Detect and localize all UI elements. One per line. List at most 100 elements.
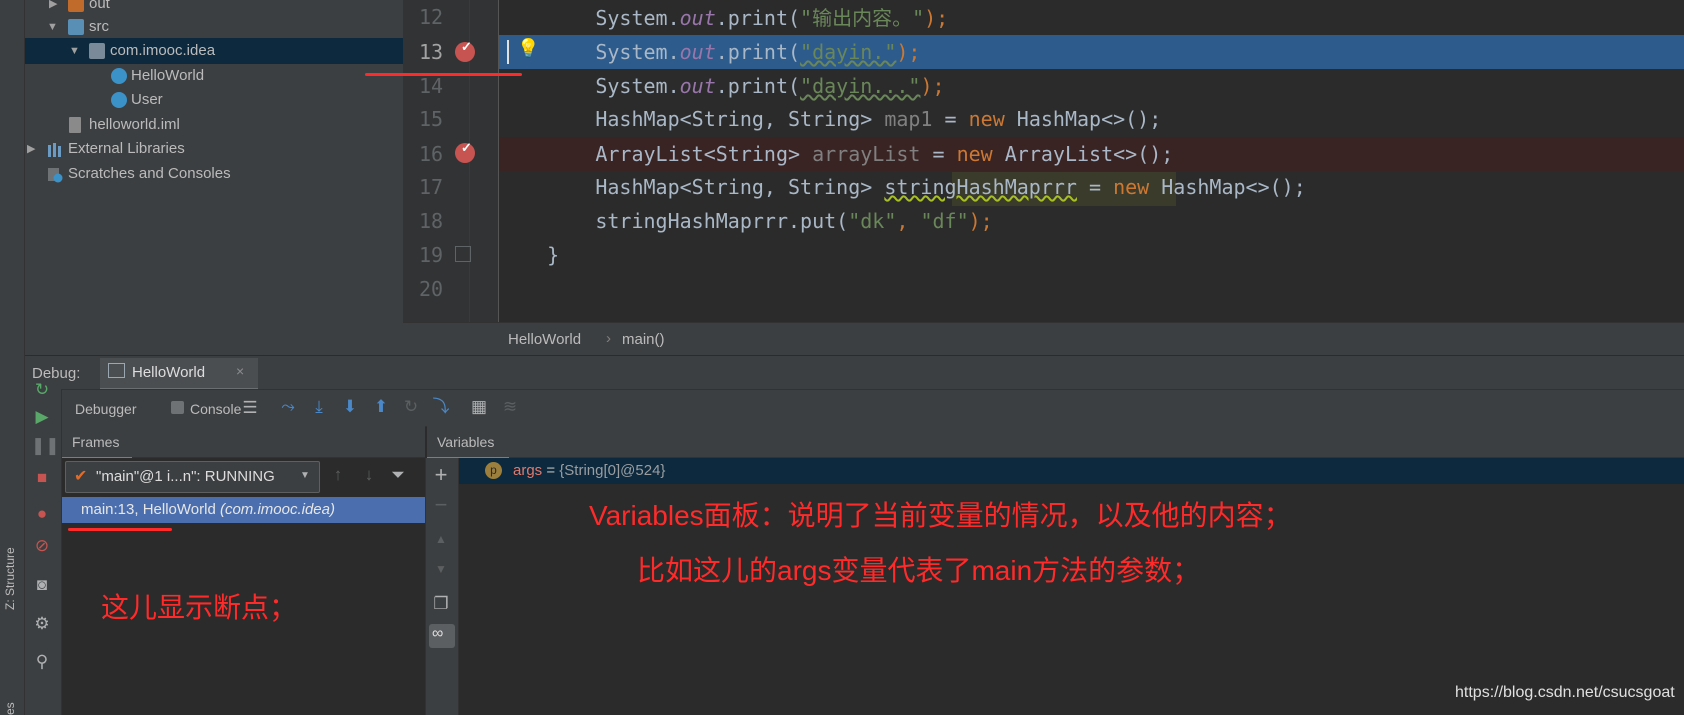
favorites-tool-tab[interactable]: es xyxy=(3,697,17,715)
tab-console[interactable]: Console xyxy=(190,401,241,417)
view-breakpoints-icon[interactable]: ● xyxy=(31,503,53,525)
thread-select-value: "main"@1 i...n": RUNNING xyxy=(96,468,275,485)
libraries-icon xyxy=(47,141,63,157)
annotation-underline xyxy=(68,528,172,531)
variables-panel: p args = {String[0]@524} Variables面板：说明了… xyxy=(459,458,1684,715)
step-over-icon[interactable]: ⤓ xyxy=(308,396,330,418)
line-number: 15 xyxy=(418,107,444,131)
code-line-16[interactable]: ArrayList<String> arrayList = new ArrayL… xyxy=(499,137,1173,172)
tree-item-label: HelloWorld xyxy=(131,67,205,84)
debug-config-tab-label: HelloWorld xyxy=(132,364,206,381)
trace-stream-icon[interactable]: ≋ xyxy=(499,396,521,418)
breakpoint-icon[interactable] xyxy=(455,140,475,163)
add-watch-icon[interactable]: + xyxy=(430,464,452,486)
project-tree: ▶ out ▼ src ▼ com.imooc.idea HelloWorld … xyxy=(25,0,403,355)
tree-item-label: src xyxy=(89,18,109,35)
filter-icon[interactable]: ⏷ xyxy=(387,464,409,486)
drop-frame-icon[interactable]: ↻ xyxy=(400,396,422,418)
console-icon xyxy=(171,401,184,414)
run-to-cursor-icon[interactable]: ⤵ xyxy=(430,396,452,418)
pin-icon[interactable]: ⚲ xyxy=(31,651,53,673)
fold-marker-icon[interactable] xyxy=(455,246,471,262)
evaluate-expression-icon[interactable]: ▦ xyxy=(468,396,490,418)
tab-debugger-label: Debugger xyxy=(75,401,137,417)
variables-toolbar: + − ▲ ▼ ❐ ∞ xyxy=(426,458,459,715)
previous-frame-icon[interactable]: ↑ xyxy=(327,464,349,486)
class-icon xyxy=(111,92,127,108)
thread-select[interactable]: ✔ "main"@1 i...n": RUNNING ▼ xyxy=(65,461,320,493)
line-number: 18 xyxy=(418,209,444,233)
code-line-17[interactable]: HashMap<String, String> stringHashMaprrr… xyxy=(499,170,1305,205)
package-icon xyxy=(89,43,105,59)
tree-item-label: Scratches and Consoles xyxy=(68,165,231,182)
step-out-icon[interactable]: ⬆ xyxy=(370,396,392,418)
breakpoint-icon[interactable] xyxy=(455,39,475,62)
camera-icon[interactable]: ◙ xyxy=(31,574,53,596)
rerun-icon[interactable]: ↻ xyxy=(31,379,53,401)
structure-tool-tab[interactable]: Z: Structure xyxy=(3,547,17,610)
tree-item-label: User xyxy=(131,91,163,108)
expand-arrow-icon[interactable]: ▶ xyxy=(27,136,35,162)
parameter-icon: p xyxy=(485,462,502,479)
remove-watch-icon[interactable]: − xyxy=(430,494,452,516)
tree-item-external-libraries[interactable]: ▶ External Libraries xyxy=(25,136,403,162)
variables-tab-label: Variables xyxy=(437,434,495,450)
folder-icon xyxy=(68,0,84,12)
collapse-arrow-icon[interactable]: ▼ xyxy=(47,14,58,40)
line-number: 19 xyxy=(418,243,444,267)
code-line-14[interactable]: System.out.print("dayin..."); xyxy=(499,69,944,104)
layout-menu-icon[interactable]: ☰ xyxy=(239,397,261,419)
tree-item-label: External Libraries xyxy=(68,140,185,157)
frames-tab-label: Frames xyxy=(72,434,120,450)
watermark: https://blog.csdn.net/csucsgoat xyxy=(1455,684,1675,701)
tree-item-user[interactable]: User xyxy=(25,87,403,113)
settings-gear-icon[interactable]: ⚙ xyxy=(31,613,53,635)
breadcrumb-method[interactable]: main() xyxy=(622,331,665,348)
line-number: 20 xyxy=(418,277,444,301)
tree-item-iml[interactable]: helloworld.iml xyxy=(25,112,403,138)
move-down-icon[interactable]: ▼ xyxy=(430,558,452,580)
next-frame-icon[interactable]: ↓ xyxy=(358,464,380,486)
code-line-15[interactable]: HashMap<String, String> map1 = new HashM… xyxy=(499,102,1161,137)
tree-item-src[interactable]: ▼ src xyxy=(25,14,403,40)
line-number: 17 xyxy=(418,175,444,199)
close-tab-icon[interactable]: × xyxy=(236,363,244,379)
frames-tab[interactable]: Frames xyxy=(62,425,132,460)
class-icon xyxy=(111,68,127,84)
variables-tab[interactable]: Variables xyxy=(427,425,509,460)
code-line-19[interactable]: } xyxy=(499,238,559,273)
variable-row[interactable]: p args = {String[0]@524} xyxy=(459,458,1684,484)
collapse-arrow-icon[interactable]: ▼ xyxy=(69,38,80,64)
show-execution-point-icon[interactable]: ⤳ xyxy=(277,396,299,418)
breadcrumb-class[interactable]: HelloWorld xyxy=(508,331,581,348)
frame-item[interactable]: main:13, HelloWorld (com.imooc.idea) xyxy=(62,497,425,523)
intention-bulb-icon[interactable]: 💡 xyxy=(517,38,539,59)
pause-program-icon[interactable]: ❚❚ xyxy=(31,435,60,457)
tab-debugger[interactable]: Debugger xyxy=(61,390,179,429)
tree-item-label: helloworld.iml xyxy=(89,116,180,133)
glasses-icon: ∞ xyxy=(432,625,444,642)
resume-program-icon[interactable]: ▶ xyxy=(31,406,53,428)
text-caret xyxy=(507,40,509,64)
code-line-18[interactable]: stringHashMaprrr.put("dk", "df"); xyxy=(499,204,992,239)
move-up-icon[interactable]: ▲ xyxy=(430,528,452,550)
tree-item-package[interactable]: ▼ com.imooc.idea xyxy=(25,38,403,64)
mute-breakpoints-icon[interactable]: ⊘ xyxy=(31,535,53,557)
debug-config-tab[interactable]: HelloWorld × xyxy=(100,358,258,391)
watches-toggle[interactable]: ∞ xyxy=(429,624,455,648)
line-number: 16 xyxy=(418,142,444,166)
line-number: 12 xyxy=(418,5,444,29)
tree-item-helloworld[interactable]: HelloWorld xyxy=(25,63,403,89)
code-line-12[interactable]: System.out.print("输出内容。"); xyxy=(499,1,948,36)
module-file-icon xyxy=(69,117,81,133)
code-editor[interactable]: 12 13 14 15 16 17 18 19 20 System.out.pr… xyxy=(365,0,1684,322)
frames-panel: ✔ "main"@1 i...n": RUNNING ▼ ↑ ↓ ⏷ main:… xyxy=(62,458,426,715)
debug-actions-bar: ↻ ▶ ❚❚ ■ ● ⊘ ◙ ⚙ ⚲ xyxy=(25,380,62,715)
copy-icon[interactable]: ❐ xyxy=(430,593,452,615)
tree-item-label: com.imooc.idea xyxy=(110,42,216,59)
code-line-13[interactable]: System.out.print("dayin."); xyxy=(499,35,920,70)
editor-breadcrumb: HelloWorld › main() xyxy=(403,322,1684,356)
scratches-icon xyxy=(47,166,63,183)
stop-icon[interactable]: ■ xyxy=(31,467,53,489)
tree-item-scratches[interactable]: Scratches and Consoles xyxy=(25,161,403,187)
